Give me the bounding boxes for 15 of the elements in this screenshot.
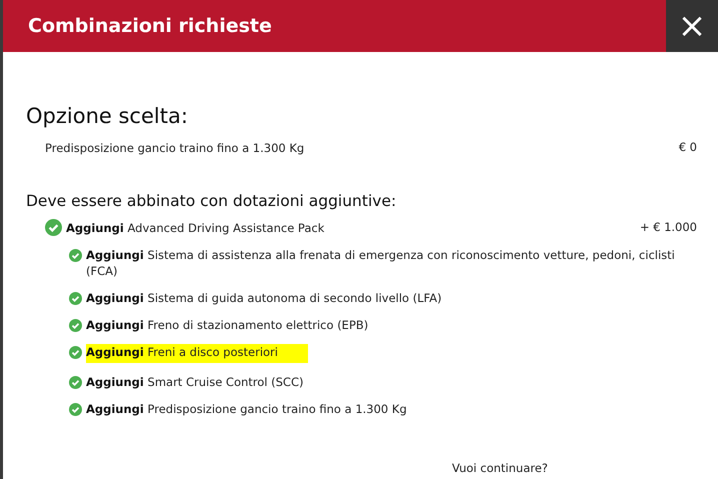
item-price: + € 1.000 — [640, 220, 697, 234]
dialog-title: Combinazioni richieste — [27, 14, 273, 39]
item-label: Aggiungi Smart Cruise Control (SCC) — [86, 374, 304, 390]
item-label: Aggiungi Sistema di assistenza alla frenata di emergenza con riconoscimento vetture, pedoni, ciclisti (FCA) — [86, 247, 676, 279]
confirm-question: Vuoi continuare? — [452, 461, 548, 475]
item-label: Aggiungi Predisposizione gancio traino fino a 1.300 Kg — [86, 401, 407, 417]
close-button[interactable]: × — [666, 0, 718, 52]
item-label: Aggiungi Advanced Driving Assistance Pack — [66, 220, 324, 236]
item-label: Aggiungi Freno di stazionamento elettrico (EPB) — [86, 317, 368, 333]
item-label: Aggiungi Sistema di guida autonoma di secondo livello (LFA) — [86, 290, 442, 306]
option-price: € 0 — [678, 140, 697, 154]
section-heading: Deve essere abbinato con dotazioni aggiuntive: — [26, 192, 398, 210]
section-heading: Opzione scelta: — [26, 104, 189, 128]
item-label: Aggiungi Freni a disco posteriori — [86, 344, 308, 363]
option-name: Predisposizione gancio traino fino a 1.300 Kg — [45, 140, 304, 156]
